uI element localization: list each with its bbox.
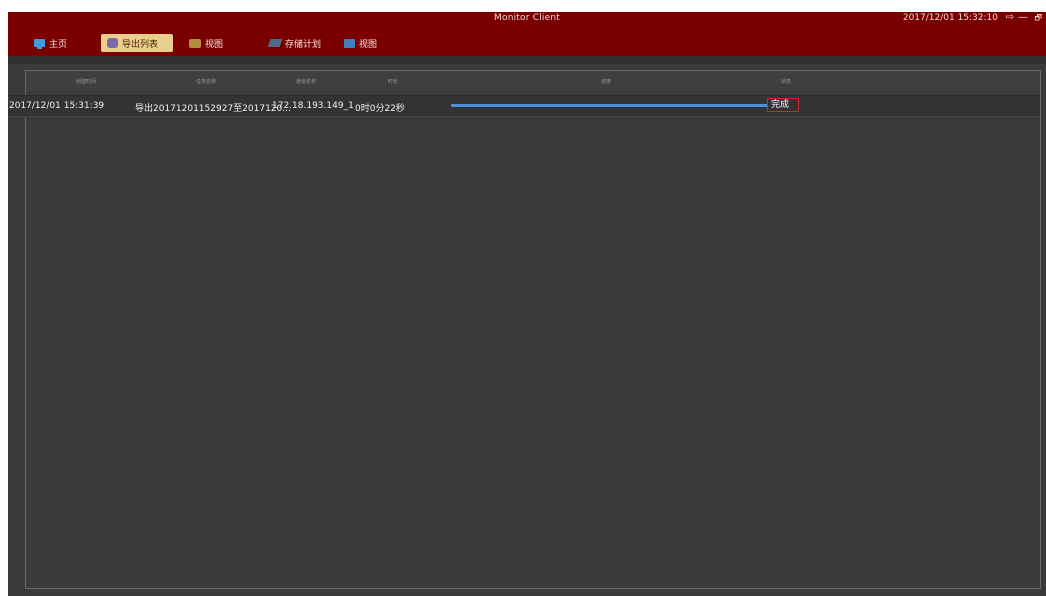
logout-icon[interactable]: ⇨: [1006, 12, 1014, 24]
toolbar-strip: [8, 56, 1046, 64]
restore-button[interactable]: 🗗: [1034, 12, 1042, 24]
view-icon: [344, 38, 355, 48]
export-icon: [107, 38, 118, 48]
table-row[interactable]: 2017/12/01 15:31:39 导出20171201152927至201…: [9, 95, 1040, 117]
minimize-button[interactable]: —: [1018, 12, 1028, 24]
status-badge: 完成: [767, 98, 799, 112]
title-bar: Monitor Client 2017/12/01 15:32:10 ⇨ — 🗗…: [8, 12, 1046, 56]
cell-created-time: 2017/12/01 15:31:39: [9, 101, 105, 111]
plan-icon: [267, 39, 283, 47]
cell-task-name: 导出20171201152927至2017120...: [135, 104, 291, 114]
export-list-panel: 创建时间 任务名称 通道名称 时长 进度 状态 2017/12/01 15:31…: [9, 70, 1041, 589]
header-task-name: 任务名称: [195, 79, 216, 85]
nav-view-2[interactable]: 视图: [338, 34, 383, 52]
header-duration: 时长: [387, 79, 398, 85]
progress-bar: [451, 104, 767, 107]
app-window: Monitor Client 2017/12/01 15:32:10 ⇨ — 🗗…: [8, 12, 1046, 596]
view-icon: [189, 38, 201, 48]
header-channel-name: 通道名称: [295, 79, 316, 85]
window-title: Monitor Client: [494, 13, 560, 23]
header-created-time: 创建时间: [75, 79, 96, 85]
header-progress: 进度: [600, 79, 611, 85]
monitor-icon: [34, 39, 45, 49]
progress-fill: [451, 104, 767, 107]
nav-storage-plan[interactable]: 存储计划: [263, 34, 327, 52]
nav-label: 存储计划: [285, 39, 322, 50]
nav-home[interactable]: 主页: [28, 34, 73, 52]
nav-export-list[interactable]: 导出列表: [101, 34, 173, 52]
nav-label: 视图: [359, 39, 378, 50]
header-status: 状态: [780, 79, 791, 85]
nav-label: 导出列表: [122, 39, 159, 50]
nav-label: 主页: [49, 39, 68, 50]
nav-view[interactable]: 视图: [183, 34, 229, 52]
cell-channel-name: 172.18.193.149_1: [272, 101, 354, 111]
table-header: 创建时间 任务名称 通道名称 时长 进度 状态: [26, 71, 1040, 91]
clock: 2017/12/01 15:32:10: [902, 13, 998, 23]
nav-label: 视图: [205, 39, 224, 50]
cell-duration: 0时0分22秒: [355, 104, 405, 114]
